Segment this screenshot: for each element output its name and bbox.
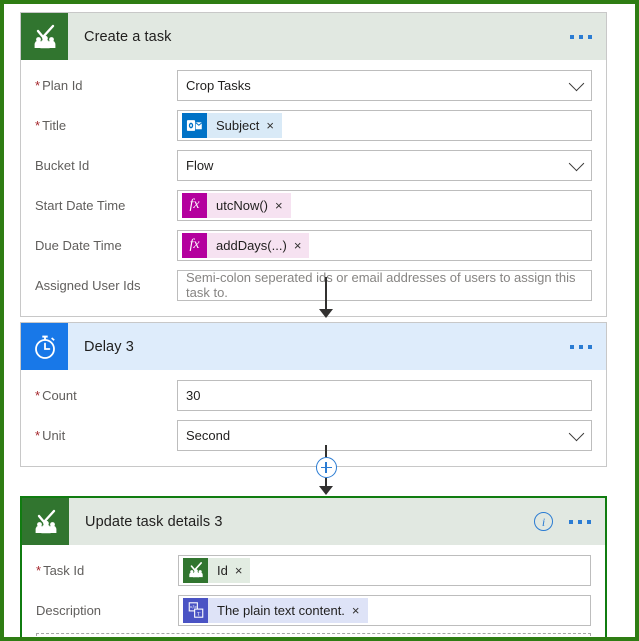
action-card-create-a-task[interactable]: Create a task * Plan Id Crop Tasks * Title: [20, 12, 607, 317]
chevron-down-icon[interactable]: [568, 425, 585, 442]
expression-token[interactable]: fx utcNow() ×: [182, 192, 291, 218]
required-asterisk: *: [35, 77, 41, 93]
field-row-title: * Title Subject ×: [35, 108, 592, 142]
stopwatch-icon: [21, 323, 68, 370]
field-value: 30: [186, 387, 201, 403]
field-value: Flow: [186, 157, 214, 173]
chevron-down-icon[interactable]: [568, 155, 585, 172]
chevron-down-icon[interactable]: [568, 75, 585, 92]
connector-line: [325, 478, 327, 486]
screenshot-frame: Create a task * Plan Id Crop Tasks * Title: [0, 0, 639, 641]
planner-icon: [22, 498, 69, 545]
dynamic-content-token[interactable]: Subject ×: [182, 112, 282, 138]
dynamic-content-token[interactable]: Id ×: [183, 557, 251, 583]
card-header[interactable]: Update task details 3 i: [22, 498, 605, 545]
references-array-section: References Alias - 1 A name alias to des…: [36, 633, 591, 637]
description-input[interactable]: </> T The plain text content. ×: [178, 594, 591, 626]
card-title: Delay 3: [84, 338, 134, 355]
token-text: Id: [217, 562, 228, 578]
unit-dropdown[interactable]: Second: [177, 419, 592, 451]
field-row-start-date-time: Start Date Time fx utcNow() ×: [35, 188, 592, 222]
token-remove-icon[interactable]: ×: [266, 113, 282, 138]
field-label: * Unit: [35, 427, 66, 443]
field-label: * Task Id: [36, 562, 85, 578]
field-value: Crop Tasks: [186, 77, 251, 93]
field-row-task-id: * Task Id Id ×: [36, 553, 591, 587]
html-to-text-icon: </> T: [183, 597, 208, 623]
token-remove-icon[interactable]: ×: [352, 598, 368, 623]
token-text: addDays(...): [216, 237, 287, 253]
field-label: Bucket Id: [35, 157, 90, 173]
field-row-due-date-time: Due Date Time fx addDays(...) ×: [35, 228, 592, 262]
field-label: * Title: [35, 117, 67, 133]
planner-icon: [183, 557, 208, 583]
bucket-id-dropdown[interactable]: Flow: [177, 149, 592, 181]
title-input[interactable]: Subject ×: [177, 109, 592, 141]
more-options-button[interactable]: [566, 29, 596, 45]
token-remove-icon[interactable]: ×: [275, 193, 291, 218]
action-card-update-task-details-3[interactable]: Update task details 3 i * Task Id Id × D…: [20, 496, 607, 637]
field-label: Due Date Time: [35, 237, 122, 253]
required-asterisk: *: [35, 427, 41, 443]
connector-line: [325, 445, 327, 457]
assigned-user-ids-input[interactable]: Semi-colon seperated ids or email addres…: [177, 269, 592, 301]
card-header-actions: [566, 13, 596, 60]
expression-token[interactable]: fx addDays(...) ×: [182, 232, 310, 258]
required-asterisk: *: [35, 117, 41, 133]
token-text: utcNow(): [216, 197, 269, 213]
connector-line: [325, 277, 327, 309]
field-row-bucket-id: Bucket Id Flow: [35, 148, 592, 182]
flow-designer-canvas: Create a task * Plan Id Crop Tasks * Title: [8, 4, 631, 637]
insert-new-step-button[interactable]: [315, 457, 337, 478]
token-text: The plain text content.: [217, 602, 345, 618]
card-header[interactable]: Create a task: [21, 13, 606, 60]
field-row-description: Description </> T The plain text content…: [36, 593, 591, 627]
card-title: Update task details 3: [85, 513, 223, 530]
field-label: Start Date Time: [35, 197, 126, 213]
field-label: Description: [36, 602, 102, 618]
card-header[interactable]: Delay 3: [21, 323, 606, 370]
info-icon[interactable]: i: [534, 512, 553, 531]
outlook-icon: [182, 112, 207, 138]
plan-id-dropdown[interactable]: Crop Tasks: [177, 69, 592, 101]
start-date-time-input[interactable]: fx utcNow() ×: [177, 189, 592, 221]
connector-delay-to-update: [314, 445, 338, 495]
function-fx-icon: fx: [182, 232, 207, 258]
card-body: * Task Id Id × Description </> T The pla…: [22, 545, 605, 637]
count-input[interactable]: 30: [177, 379, 592, 411]
field-row-count: * Count 30: [35, 378, 592, 412]
task-id-input[interactable]: Id ×: [178, 554, 591, 586]
function-fx-icon: fx: [182, 192, 207, 218]
arrow-down-icon: [319, 309, 333, 318]
field-label: * Count: [35, 387, 77, 403]
card-title: Create a task: [84, 28, 172, 45]
required-asterisk: *: [35, 387, 41, 403]
token-text: Subject: [216, 117, 260, 133]
due-date-time-input[interactable]: fx addDays(...) ×: [177, 229, 592, 261]
arrow-down-icon: [319, 486, 333, 495]
card-header-actions: [566, 323, 596, 370]
more-options-button[interactable]: [566, 339, 596, 355]
more-options-button[interactable]: [565, 514, 595, 530]
card-header-actions: i: [534, 498, 595, 545]
token-remove-icon[interactable]: ×: [294, 233, 310, 258]
dynamic-content-token[interactable]: </> T The plain text content. ×: [183, 597, 368, 623]
planner-icon: [21, 13, 68, 60]
required-asterisk: *: [36, 562, 42, 578]
connector-create-to-delay: [314, 277, 338, 318]
field-placeholder: Semi-colon seperated ids or email addres…: [186, 270, 576, 300]
field-value: Second: [186, 427, 231, 443]
field-label: Assigned User Ids: [35, 277, 141, 293]
field-label: * Plan Id: [35, 77, 83, 93]
token-remove-icon[interactable]: ×: [235, 558, 251, 583]
field-row-plan-id: * Plan Id Crop Tasks: [35, 68, 592, 102]
